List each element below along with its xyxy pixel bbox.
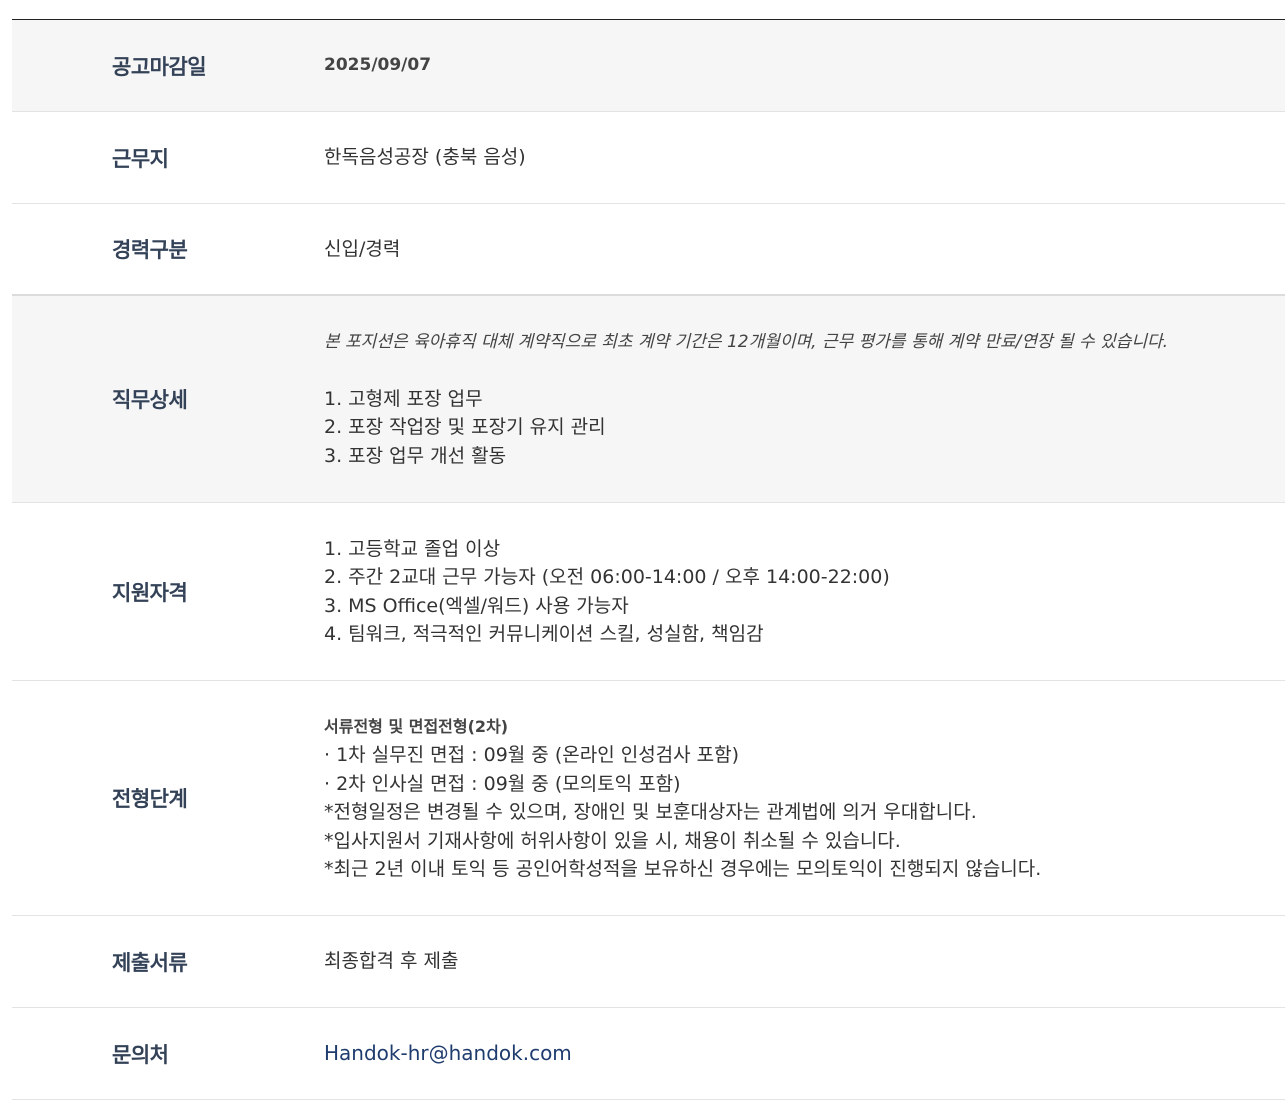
row-deadline: 공고마감일 2025/09/07 (12, 20, 1285, 112)
job-detail-table: 공고마감일 2025/09/07 근무지 한독음성공장 (충북 음성) 경력구분… (12, 19, 1285, 1100)
process-heading: 서류전형 및 면접전형(2차) (324, 716, 509, 736)
qualification-line: 2. 주간 2교대 근무 가능자 (오전 06:00-14:00 / 오후 14… (324, 566, 890, 588)
row-duty: 직무상세 본 포지션은 육아휴직 대체 계약직으로 최초 계약 기간은 12개월… (12, 296, 1285, 503)
deadline-value: 2025/09/07 (324, 55, 432, 76)
location-value: 한독음성공장 (충북 음성) (324, 146, 526, 169)
process-line: *전형일정은 변경될 수 있으며, 장애인 및 보훈대상자는 관계법에 의거 우… (324, 801, 977, 823)
process-line: · 2차 인사실 면접 : 09월 중 (모의토익 포함) (324, 772, 681, 795)
duty-line: 1. 고형제 포장 업무 (324, 387, 483, 410)
row-contact: 문의처 Handok-hr@handok.com (12, 1008, 1285, 1100)
documents-value: 최종합격 후 제출 (324, 950, 459, 973)
duty-line: 2. 포장 작업장 및 포장기 유지 관리 (324, 416, 606, 438)
deadline-label: 공고마감일 (112, 54, 207, 79)
row-qualification: 지원자격 1. 고등학교 졸업 이상 2. 주간 2교대 근무 가능자 (오전 … (12, 503, 1285, 681)
qualification-label: 지원자격 (112, 580, 188, 605)
qualification-value: 1. 고등학교 졸업 이상 2. 주간 2교대 근무 가능자 (오전 06:00… (324, 535, 1285, 649)
contact-label: 문의처 (112, 1042, 169, 1067)
duty-line: 3. 포장 업무 개선 활동 (324, 444, 507, 467)
row-career: 경력구분 신입/경력 (12, 204, 1285, 296)
career-value: 신입/경력 (324, 237, 401, 260)
qualification-line: 1. 고등학교 졸업 이상 (324, 537, 501, 560)
process-line: *최근 2년 이내 토익 등 공인어학성적을 보유하신 경우에는 모의토익이 진… (324, 858, 1042, 880)
contact-value: Handok-hr@handok.com (324, 1039, 1285, 1069)
row-location: 근무지 한독음성공장 (충북 음성) (12, 112, 1285, 204)
duty-note: 본 포지션은 육아휴직 대체 계약직으로 최초 계약 기간은 12개월이며, 근… (324, 332, 1169, 352)
contact-email-link[interactable]: Handok-hr@handok.com (324, 1041, 572, 1065)
row-process: 전형단계 서류전형 및 면접전형(2차) · 1차 실무진 면접 : 09월 중… (12, 681, 1285, 916)
qualification-line: 3. MS Office(엑셀/워드) 사용 가능자 (324, 594, 629, 617)
process-line: *입사지원서 기재사항에 허위사항이 있을 시, 채용이 취소될 수 있습니다. (324, 829, 901, 852)
process-value: 서류전형 및 면접전형(2차) · 1차 실무진 면접 : 09월 중 (온라인… (324, 713, 1285, 884)
career-label: 경력구분 (112, 238, 188, 262)
process-label: 전형단계 (112, 787, 188, 811)
duty-value: 본 포지션은 육아휴직 대체 계약직으로 최초 계약 기간은 12개월이며, 근… (324, 328, 1285, 470)
location-label: 근무지 (112, 146, 169, 171)
process-line: · 1차 실무진 면접 : 09월 중 (온라인 인성검사 포함) (324, 744, 740, 766)
row-documents: 제출서류 최종합격 후 제출 (12, 916, 1285, 1008)
duty-label: 직무상세 (112, 388, 188, 412)
qualification-line: 4. 팀워크, 적극적인 커뮤니케이션 스킬, 성실함, 책임감 (324, 623, 764, 645)
documents-label: 제출서류 (112, 950, 188, 975)
